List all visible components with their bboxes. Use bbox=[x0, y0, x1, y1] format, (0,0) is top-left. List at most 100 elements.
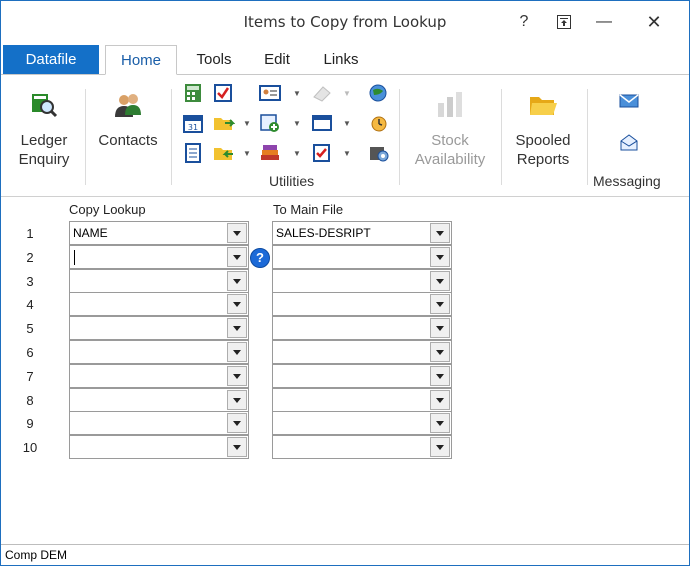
ribbon-tabs: Datafile Home Tools Edit Links bbox=[1, 45, 689, 75]
row-number: 5 bbox=[26, 321, 34, 336]
chevron-down-icon[interactable]: ▼ bbox=[293, 89, 301, 98]
chevron-down-icon[interactable]: ▼ bbox=[243, 119, 251, 128]
copy-lookup-combo[interactable] bbox=[69, 340, 249, 364]
row-number: 3 bbox=[26, 274, 34, 289]
dropdown-arrow-button[interactable] bbox=[227, 271, 247, 291]
row-number: 7 bbox=[26, 369, 34, 384]
dropdown-arrow-button[interactable] bbox=[227, 437, 247, 457]
main-file-combo[interactable] bbox=[272, 245, 452, 269]
settings-icon[interactable] bbox=[368, 143, 390, 163]
add-record-icon[interactable] bbox=[259, 113, 281, 133]
calendar-icon[interactable]: 31 bbox=[183, 113, 203, 133]
task-checklist-icon[interactable] bbox=[311, 143, 333, 163]
help-info-icon[interactable]: ? bbox=[250, 248, 270, 268]
address-card-icon[interactable] bbox=[259, 83, 281, 103]
close-button[interactable]: ✕ bbox=[639, 9, 669, 35]
ledger-enquiry-label-line2: Enquiry bbox=[18, 151, 70, 168]
main-file-combo[interactable] bbox=[272, 292, 452, 316]
dropdown-arrow-button[interactable] bbox=[227, 247, 247, 267]
tab-links[interactable]: Links bbox=[313, 45, 369, 75]
main-file-combo[interactable] bbox=[272, 435, 452, 459]
ribbon-display-options-button[interactable] bbox=[549, 9, 579, 35]
dropdown-arrow-button[interactable] bbox=[430, 390, 450, 410]
copy-lookup-combo[interactable] bbox=[69, 269, 249, 293]
dropdown-arrow-button[interactable] bbox=[227, 294, 247, 314]
copy-lookup-combo[interactable] bbox=[69, 435, 249, 459]
dropdown-arrow-button[interactable] bbox=[430, 271, 450, 291]
chevron-down-icon[interactable]: ▼ bbox=[293, 119, 301, 128]
dropdown-arrow-button[interactable] bbox=[430, 294, 450, 314]
copy-lookup-combo[interactable] bbox=[69, 316, 249, 340]
ribbon-toggle-icon bbox=[557, 15, 571, 29]
ribbon: Ledger Enquiry Contacts ▼ ▼ 31 ▼ ▼ ▼ ▼ ▼… bbox=[1, 75, 689, 197]
ribbon-separator bbox=[587, 89, 588, 185]
dropdown-arrow-button[interactable] bbox=[430, 366, 450, 386]
dropdown-arrow-button[interactable] bbox=[430, 318, 450, 338]
main-file-combo[interactable] bbox=[272, 269, 452, 293]
stock-availability-button[interactable]: Stock Availability bbox=[405, 87, 495, 171]
stock-chart-icon bbox=[438, 92, 462, 117]
row-number: 10 bbox=[22, 440, 38, 455]
main-file-combo[interactable] bbox=[272, 364, 452, 388]
chevron-down-icon[interactable]: ▼ bbox=[343, 149, 351, 158]
checklist-icon[interactable] bbox=[213, 83, 233, 103]
dropdown-arrow-button[interactable] bbox=[430, 413, 450, 433]
minimize-button[interactable]: — bbox=[589, 9, 619, 35]
contacts-label: Contacts bbox=[98, 132, 158, 149]
tab-datafile[interactable]: Datafile bbox=[3, 45, 99, 75]
dropdown-arrow-button[interactable] bbox=[430, 223, 450, 243]
dropdown-arrow-button[interactable] bbox=[430, 342, 450, 362]
ledger-enquiry-button[interactable]: Ledger Enquiry bbox=[11, 87, 77, 171]
main-file-combo[interactable] bbox=[272, 388, 452, 412]
spooled-reports-button[interactable]: Spooled Reports bbox=[507, 87, 579, 171]
main-file-combo[interactable]: SALES-DESRIPT bbox=[272, 221, 452, 245]
dropdown-arrow-button[interactable] bbox=[227, 390, 247, 410]
status-company: Comp DEM bbox=[5, 548, 68, 562]
copy-lookup-combo[interactable] bbox=[69, 245, 249, 269]
utilities-group-label: Utilities bbox=[269, 173, 315, 189]
chevron-down-icon: ▼ bbox=[343, 89, 351, 98]
ribbon-separator bbox=[399, 89, 400, 185]
document-icon[interactable] bbox=[183, 143, 203, 163]
ribbon-separator bbox=[171, 89, 172, 185]
main-file-combo[interactable] bbox=[272, 316, 452, 340]
send-message-icon[interactable] bbox=[618, 91, 642, 111]
window-icon[interactable] bbox=[311, 113, 333, 133]
dropdown-arrow-button[interactable] bbox=[227, 342, 247, 362]
dropdown-arrow-button[interactable] bbox=[227, 413, 247, 433]
tab-home[interactable]: Home bbox=[105, 45, 177, 75]
copy-lookup-combo[interactable] bbox=[69, 292, 249, 316]
tab-tools[interactable]: Tools bbox=[185, 45, 243, 75]
main-file-combo[interactable] bbox=[272, 411, 452, 435]
spooled-reports-label-line2: Reports bbox=[516, 151, 570, 168]
ribbon-separator bbox=[85, 89, 86, 185]
globe-icon[interactable] bbox=[368, 83, 390, 103]
dropdown-arrow-button[interactable] bbox=[227, 318, 247, 338]
ledger-enquiry-label-line1: Ledger bbox=[20, 132, 68, 149]
copy-lookup-combo[interactable]: NAME bbox=[69, 221, 249, 245]
dropdown-arrow-button[interactable] bbox=[227, 366, 247, 386]
help-button[interactable]: ? bbox=[509, 9, 539, 35]
row-number: 2 bbox=[26, 250, 34, 265]
chevron-down-icon[interactable]: ▼ bbox=[293, 149, 301, 158]
alarm-clock-icon[interactable] bbox=[368, 113, 390, 133]
folder-open-icon bbox=[530, 97, 557, 115]
folder-export-icon[interactable] bbox=[213, 113, 235, 133]
main-file-combo[interactable] bbox=[272, 340, 452, 364]
copy-lookup-combo[interactable] bbox=[69, 388, 249, 412]
dropdown-arrow-button[interactable] bbox=[227, 223, 247, 243]
copy-lookup-combo[interactable] bbox=[69, 411, 249, 435]
books-icon[interactable] bbox=[259, 143, 281, 163]
dropdown-arrow-button[interactable] bbox=[430, 247, 450, 267]
main-file-combo-value: SALES-DESRIPT bbox=[276, 226, 371, 240]
open-message-icon[interactable] bbox=[618, 133, 642, 153]
chevron-down-icon[interactable]: ▼ bbox=[343, 119, 351, 128]
contacts-icon bbox=[115, 94, 141, 117]
folder-import-icon[interactable] bbox=[213, 143, 235, 163]
chevron-down-icon[interactable]: ▼ bbox=[243, 149, 251, 158]
tab-edit[interactable]: Edit bbox=[251, 45, 303, 75]
contacts-button[interactable]: Contacts bbox=[93, 87, 163, 171]
calculator-icon[interactable] bbox=[183, 83, 203, 103]
copy-lookup-combo[interactable] bbox=[69, 364, 249, 388]
dropdown-arrow-button[interactable] bbox=[430, 437, 450, 457]
